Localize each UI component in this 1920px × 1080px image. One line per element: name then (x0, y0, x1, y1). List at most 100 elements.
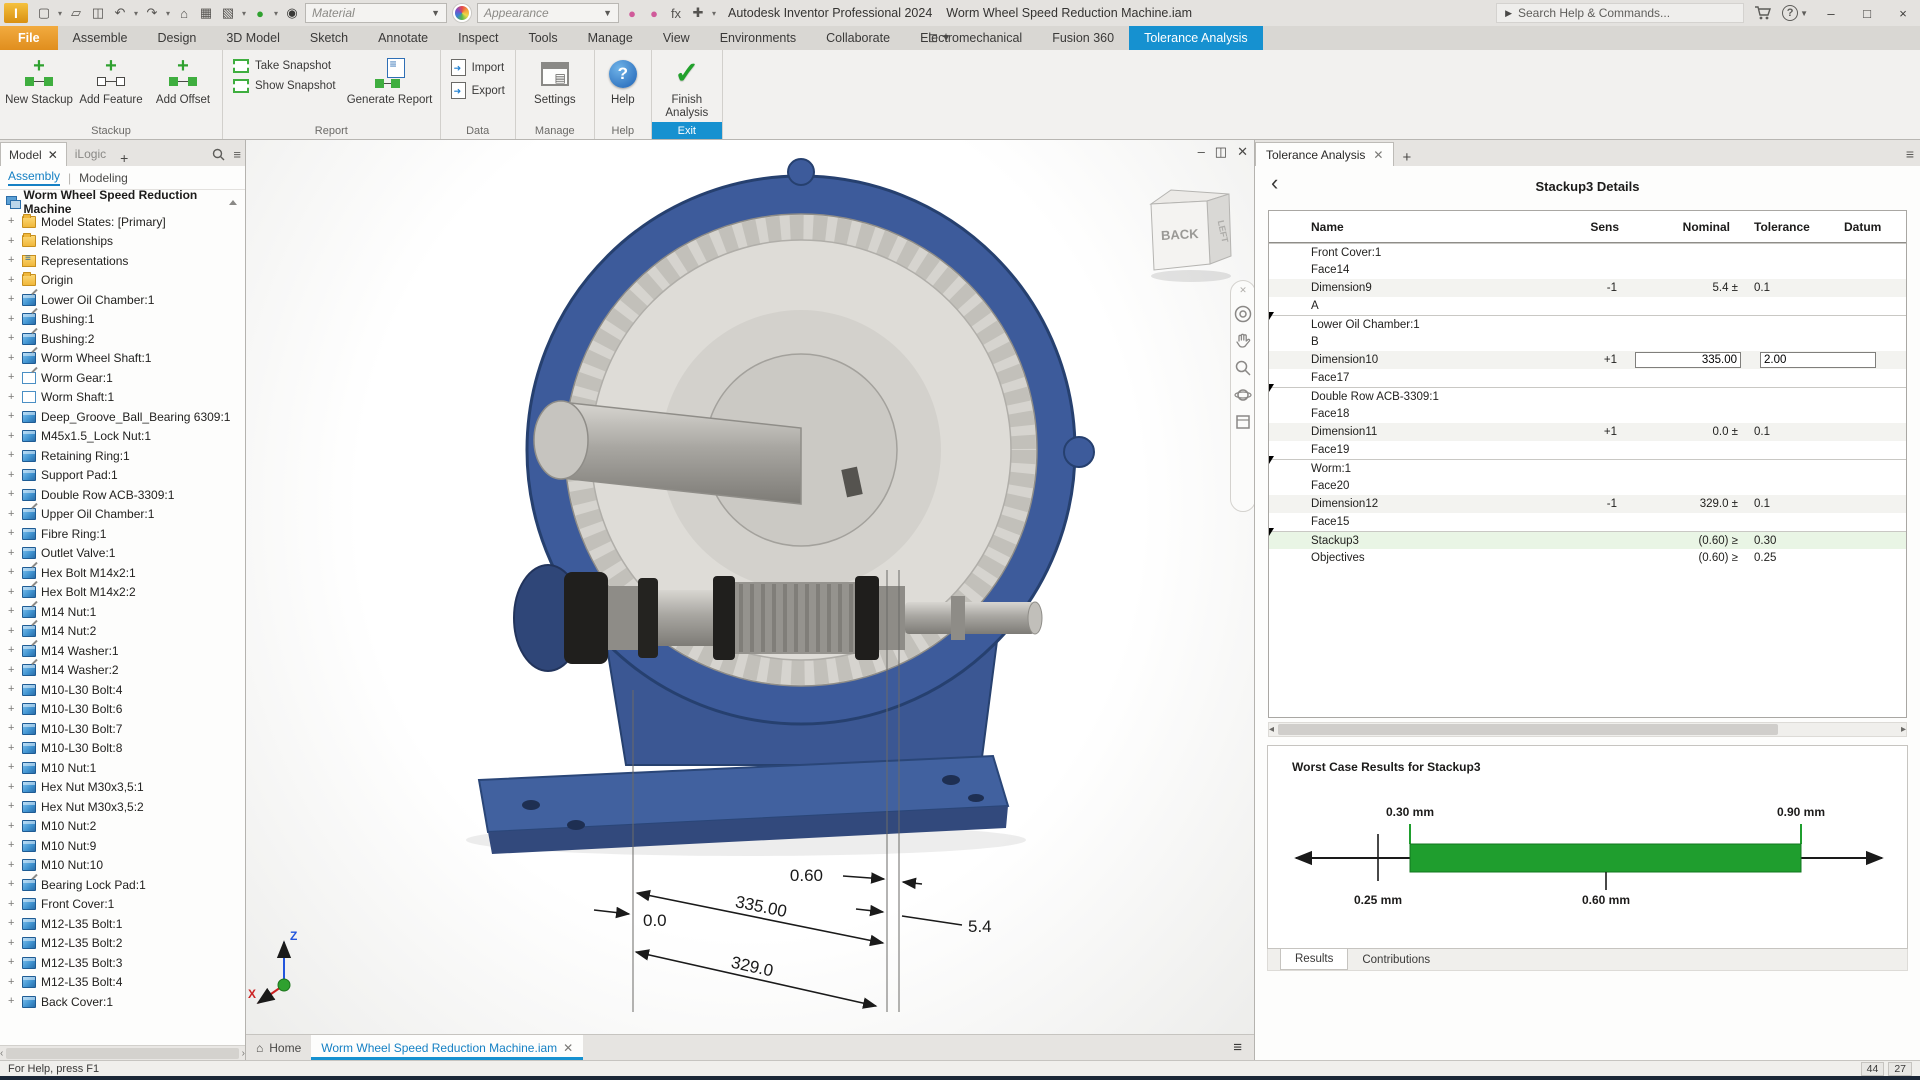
search-icon[interactable] (212, 148, 225, 161)
ribbon-tab[interactable]: Manage (573, 26, 648, 50)
qat-icon[interactable]: ● (250, 3, 270, 23)
finish-analysis-button[interactable]: ✓ Finish Analysis (656, 53, 718, 122)
add-tab-button[interactable]: + (1394, 149, 1419, 166)
table-row[interactable]: Face19 (1269, 441, 1906, 459)
scroll-left-icon[interactable]: ◂ (1269, 724, 1274, 735)
group-label-stackup[interactable]: Stackup (0, 122, 222, 139)
help-menu-icon[interactable]: ? (1782, 5, 1798, 21)
qat-icon[interactable]: ⌂ (174, 3, 194, 23)
modeling-view-toggle[interactable]: Modeling (79, 171, 128, 185)
menu-icon[interactable]: ≡ (233, 147, 241, 162)
expand-icon[interactable]: + (8, 684, 17, 695)
qat-icon[interactable]: ↷ (142, 3, 162, 23)
tree-item[interactable]: + M10-L30 Bolt:8 (0, 739, 245, 759)
table-row[interactable]: Front Cover:1 (1269, 243, 1906, 261)
tab-contributions[interactable]: Contributions (1348, 949, 1444, 970)
color-wheel-icon[interactable] (453, 4, 471, 22)
expand-icon[interactable]: + (8, 353, 17, 364)
table-row[interactable]: Objectives (0.60) ≥ 0.25 (1269, 549, 1906, 567)
expand-icon[interactable]: + (8, 216, 17, 227)
expand-icon[interactable]: + (8, 567, 17, 578)
tab-ilogic[interactable]: iLogic (67, 142, 114, 166)
table-horizontal-scrollbar[interactable]: ◂▸ (1268, 722, 1907, 737)
expand-icon[interactable]: + (8, 762, 17, 773)
expand-icon[interactable]: + (8, 782, 17, 793)
qat-icon[interactable]: ▾ (240, 3, 248, 23)
expand-icon[interactable]: + (8, 957, 17, 968)
tree-item[interactable]: + Back Cover:1 (0, 992, 245, 1012)
ribbon-tab[interactable]: Annotate (363, 26, 443, 50)
qat-icon[interactable]: ✚ (688, 3, 708, 23)
back-button[interactable]: ‹ (1271, 172, 1278, 194)
scroll-left-icon[interactable]: ‹ (0, 1048, 3, 1059)
viewcube-back-face[interactable]: BACK (1161, 226, 1200, 243)
tree-item[interactable]: + Hex Bolt M14x2:1 (0, 563, 245, 583)
tree-item[interactable]: + Bushing:1 (0, 310, 245, 330)
col-name[interactable]: Name (1307, 220, 1559, 234)
expand-icon[interactable]: + (8, 606, 17, 617)
col-datum[interactable]: Datum (1844, 220, 1906, 234)
add-tab-button[interactable]: + (114, 150, 134, 166)
expand-icon[interactable]: + (8, 821, 17, 832)
navigation-wheel-icon[interactable] (1234, 305, 1252, 323)
table-row[interactable]: Lower Oil Chamber:1 (1269, 315, 1906, 333)
tree-item[interactable]: + M14 Washer:1 (0, 641, 245, 661)
navigation-bar[interactable]: ✕ (1230, 280, 1254, 512)
search-expand-icon[interactable]: ▶ (1505, 8, 1512, 19)
expand-icon[interactable]: + (8, 918, 17, 929)
tree-item[interactable]: + M10 Nut:1 (0, 758, 245, 778)
dim-060[interactable]: 0.60 (790, 866, 823, 885)
inventor-logo-icon[interactable]: I (4, 3, 28, 23)
group-label-exit[interactable]: Exit (652, 122, 722, 139)
tree-item[interactable]: + M12-L35 Bolt:1 (0, 914, 245, 934)
tree-item[interactable]: + Double Row ACB-3309:1 (0, 485, 245, 505)
expand-icon[interactable]: + (8, 411, 17, 422)
expand-icon[interactable]: + (8, 314, 17, 325)
tab-tolerance-analysis[interactable]: Tolerance Analysis✕ (1255, 142, 1394, 166)
viewport-split-icon[interactable]: ◫ (1215, 144, 1227, 160)
expand-icon[interactable]: + (8, 860, 17, 871)
show-snapshot-button[interactable]: Show Snapshot (233, 79, 336, 93)
expand-icon[interactable]: + (8, 626, 17, 637)
table-row[interactable]: Worm:1 (1269, 459, 1906, 477)
table-row[interactable]: Dimension12 -1 329.0 ± 0.1 (1269, 495, 1906, 513)
pan-hand-icon[interactable] (1234, 332, 1252, 350)
expand-icon[interactable]: + (8, 236, 17, 247)
qat-icon[interactable]: ● (644, 3, 664, 23)
viewport-close-icon[interactable]: ✕ (1237, 144, 1248, 160)
ribbon-tab[interactable]: Sketch (295, 26, 363, 50)
tree-item[interactable]: + Outlet Valve:1 (0, 544, 245, 564)
tree-item[interactable]: + M10-L30 Bolt:4 (0, 680, 245, 700)
tree-item[interactable]: + Worm Wheel Shaft:1 (0, 349, 245, 369)
new-stackup-button[interactable]: + New Stackup (4, 53, 74, 122)
search-help-box[interactable]: ▶ Search Help & Commands... (1496, 3, 1744, 23)
settings-button[interactable]: Settings (520, 53, 590, 122)
expand-icon[interactable]: + (8, 255, 17, 266)
ribbon-tab[interactable]: Design (142, 26, 211, 50)
tolerance-input[interactable] (1760, 352, 1876, 368)
expand-icon[interactable]: + (8, 587, 17, 598)
maximize-button[interactable]: □ (1854, 2, 1880, 24)
ribbon-tab[interactable]: Collaborate (811, 26, 905, 50)
dim-329[interactable]: 329.0 (729, 953, 775, 981)
ribbon-tab[interactable]: Assemble (58, 26, 143, 50)
tree-item[interactable]: + Bearing Lock Pad:1 (0, 875, 245, 895)
viewport-minimize-icon[interactable]: – (1198, 144, 1205, 160)
expand-icon[interactable]: + (8, 938, 17, 949)
expand-icon[interactable]: + (8, 996, 17, 1007)
tab-model[interactable]: Model✕ (0, 142, 67, 166)
tree-item[interactable]: + Front Cover:1 (0, 895, 245, 915)
qat-icon[interactable]: ▾ (164, 3, 172, 23)
expand-icon[interactable]: + (8, 294, 17, 305)
navbar-close-icon[interactable]: ✕ (1239, 285, 1247, 296)
close-button[interactable]: × (1890, 2, 1916, 24)
tree-item[interactable]: + M14 Washer:2 (0, 661, 245, 681)
ribbon-tab[interactable]: Fusion 360 (1037, 26, 1129, 50)
group-label-data[interactable]: Data (441, 122, 515, 139)
dim-54[interactable]: 5.4 (968, 917, 992, 936)
chevron-down-icon[interactable]: ▼ (1800, 9, 1808, 18)
close-icon[interactable]: ✕ (1373, 148, 1383, 162)
tree-item[interactable]: + M14 Nut:2 (0, 622, 245, 642)
tree-item[interactable]: + Bushing:2 (0, 329, 245, 349)
cart-icon[interactable] (1754, 6, 1772, 20)
